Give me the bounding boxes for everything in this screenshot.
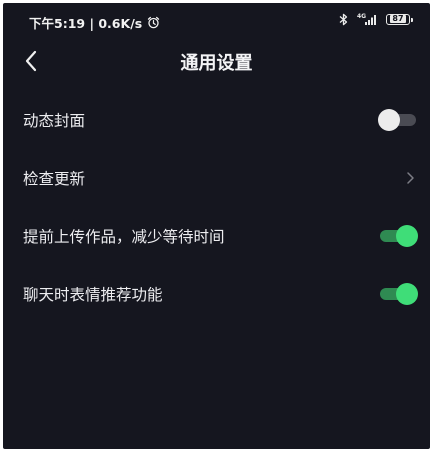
setting-row-emoji-recommend[interactable]: 聊天时表情推荐功能 [3,265,430,323]
status-bar-right: 4G 87 [339,12,413,26]
toggle-knob [378,109,400,131]
dynamic-cover-toggle[interactable] [378,109,418,131]
setting-row-check-update[interactable]: 检查更新 [3,149,430,207]
network-type-label: 4G [357,13,366,20]
page-title: 通用设置 [180,53,253,74]
status-bar: 下午5:19 | 0.6K/s 4G 87 [3,3,430,37]
setting-label: 动态封面 [23,112,86,130]
setting-row-pre-upload[interactable]: 提前上传作品，减少等待时间 [3,207,430,265]
setting-label: 检查更新 [23,170,86,188]
toggle-knob [396,283,418,305]
settings-list: 动态封面 检查更新 提前上传作品，减少等待时间 聊天时表情推荐功能 [3,91,430,323]
toggle-knob [396,225,418,247]
status-bar-left: 下午5:19 | 0.6K/s [29,13,160,32]
battery-level: 87 [390,14,406,23]
settings-screen: 下午5:19 | 0.6K/s 4G 87 通用设置 动态封面 检查更新 提前上… [3,3,430,449]
setting-label: 聊天时表情推荐功能 [23,286,163,304]
header: 通用设置 [3,39,430,83]
signal-strength-icon: 4G [357,13,376,25]
bluetooth-icon [339,13,348,25]
setting-row-dynamic-cover[interactable]: 动态封面 [3,91,430,149]
setting-label: 提前上传作品，减少等待时间 [23,228,225,246]
chevron-right-icon [407,172,414,184]
pre-upload-toggle[interactable] [378,225,418,247]
battery-icon: 87 [386,13,413,25]
status-time-speed: 下午5:19 | 0.6K/s [29,16,143,31]
alarm-clock-icon [148,16,160,29]
emoji-recommend-toggle[interactable] [378,283,418,305]
